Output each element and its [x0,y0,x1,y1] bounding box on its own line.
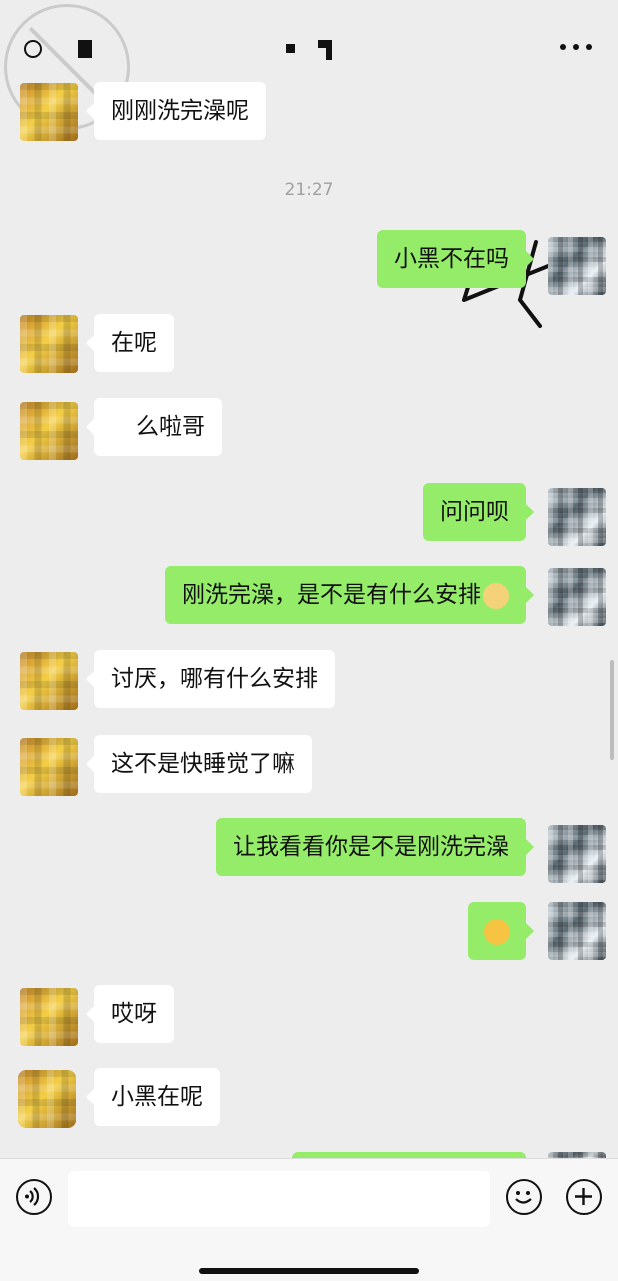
scrollbar[interactable] [610,660,614,760]
message-input[interactable] [68,1171,490,1227]
sent-message[interactable]: 刚洗完澡，是不是有什么安排 [165,566,534,624]
sent-message[interactable]: 小黑不在吗 [377,230,534,288]
contact-avatar[interactable] [20,83,78,141]
received-message[interactable]: 在呢 [86,314,174,372]
redacted-mark [78,40,92,58]
sent-message[interactable]: 让我看看你是不是刚洗完澡 [216,818,534,876]
received-message[interactable]: 么啦哥 [86,398,222,456]
my-avatar[interactable] [548,568,606,626]
voice-icon[interactable] [16,1179,52,1215]
back-icon[interactable] [24,40,42,58]
input-bar [0,1158,618,1281]
my-avatar[interactable] [548,488,606,546]
contact-avatar[interactable] [20,738,78,796]
contact-avatar[interactable] [20,988,78,1046]
sent-message[interactable] [468,902,534,960]
plus-icon[interactable] [566,1179,602,1215]
my-avatar[interactable] [548,237,606,295]
home-indicator[interactable] [199,1268,419,1274]
received-message[interactable]: 哎呀 [86,985,174,1043]
chat-title-redacted [286,38,346,68]
cat-face-icon [483,582,509,609]
timestamp: 21:27 [284,180,334,200]
contact-avatar[interactable] [20,315,78,373]
received-message[interactable]: 小黑在呢 [86,1068,220,1126]
message-list[interactable]: 刚刚洗完澡呢 21:27 小黑不在吗 在呢 么啦哥 问问呗 刚洗完澡，是不是有什… [0,80,618,1160]
contact-avatar[interactable] [18,1070,76,1128]
message-text: 刚洗完澡，是不是有什么安排 [182,582,481,608]
my-avatar[interactable] [548,902,606,960]
my-avatar[interactable] [548,825,606,883]
more-icon[interactable] [558,34,594,60]
tongue-face-icon [484,918,510,945]
emoji-icon[interactable] [506,1179,542,1215]
received-message[interactable]: 讨厌，哪有什么安排 [86,650,335,708]
contact-avatar[interactable] [20,652,78,710]
contact-avatar[interactable] [20,402,78,460]
received-message[interactable]: 这不是快睡觉了嘛 [86,735,312,793]
chat-header [0,0,618,130]
sent-message[interactable]: 问问呗 [423,483,534,541]
received-message[interactable]: 刚刚洗完澡呢 [86,82,266,140]
